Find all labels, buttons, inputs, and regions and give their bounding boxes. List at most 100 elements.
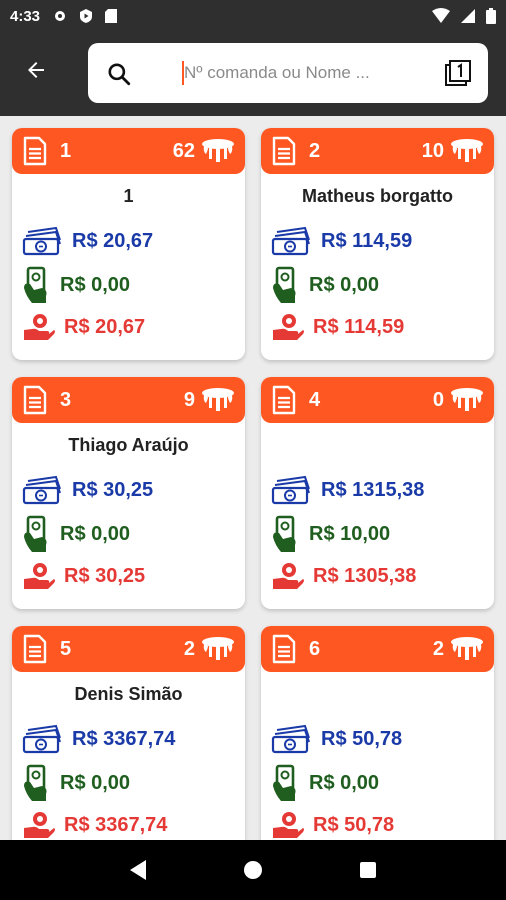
comanda-number: 3 — [60, 388, 72, 411]
comanda-card-1[interactable]: 1 62 1 R$ 20,67 R$ 0,00 R$ 20,67 — [12, 128, 245, 360]
paid-amount: R$ 0,00 — [60, 522, 131, 545]
sd-card-icon — [105, 9, 118, 23]
table-icon — [451, 388, 483, 411]
comanda-number: 6 — [309, 637, 321, 660]
remaining-row: R$ 30,25 — [22, 559, 145, 593]
comanda-card-6[interactable]: 6 2 R$ 50,78 R$ 0,00 R$ 50,78 — [261, 626, 494, 840]
donation-hand-icon — [24, 563, 55, 589]
arrow-left-icon — [28, 62, 44, 78]
document-icon — [272, 136, 296, 166]
nav-home-button[interactable] — [233, 850, 273, 890]
comanda-number: 2 — [309, 139, 321, 162]
hand-money-icon — [273, 515, 296, 552]
comanda-number: 1 — [60, 139, 72, 162]
hand-money-icon — [273, 764, 296, 801]
status-notification-icons — [52, 8, 118, 24]
customer-name: 1 — [123, 186, 134, 206]
document-icon — [272, 385, 296, 415]
card-header: 62 — [261, 626, 494, 672]
comanda-card-5[interactable]: 5 2 Denis Simão R$ 3367,74 R$ 0,00 R$ 3367,74 — [12, 626, 245, 840]
status-time: 4:33 — [10, 7, 41, 25]
nav-back-button[interactable] — [118, 850, 158, 890]
item-count: 62 — [172, 139, 195, 162]
total-row: R$ 114,59 — [271, 224, 412, 258]
remaining-amount: R$ 1305,38 — [313, 564, 417, 587]
item-count: 9 — [183, 388, 195, 411]
total-row: R$ 50,78 — [271, 722, 402, 756]
customer-name: Matheus borgatto — [302, 186, 453, 206]
customer-name: Denis Simão — [74, 684, 183, 704]
play-shield-icon — [80, 9, 93, 23]
total-amount: R$ 50,78 — [321, 727, 403, 750]
remaining-row: R$ 1305,38 — [271, 559, 416, 593]
comanda-card-2[interactable]: 2 10 Matheus borgatto R$ 114,59 R$ 0,00 R$ 11… — [261, 128, 494, 360]
card-header: 1 62 — [12, 128, 245, 174]
item-count: 0 — [432, 388, 444, 411]
total-row: R$ 3367,74 — [22, 722, 175, 756]
paid-row: R$ 0,00 — [271, 764, 380, 801]
table-icon — [202, 139, 234, 162]
hand-money-icon — [24, 764, 47, 801]
money-bills-icon — [271, 724, 310, 754]
donation-hand-icon — [273, 563, 304, 589]
remaining-row: R$ 3367,74 — [22, 808, 167, 840]
remaining-row: R$ 114,59 — [271, 310, 404, 344]
total-amount: R$ 114,59 — [321, 229, 413, 252]
total-row: R$ 1315,38 — [271, 473, 424, 507]
donation-hand-icon — [273, 812, 304, 838]
donation-hand-icon — [24, 314, 55, 340]
remaining-amount: R$ 3367,74 — [64, 813, 168, 836]
paid-row: R$ 0,00 — [22, 764, 131, 801]
tabs-counter-icon[interactable] — [444, 59, 472, 87]
paid-amount: R$ 0,00 — [60, 273, 131, 296]
table-icon — [202, 637, 234, 660]
comanda-number: 5 — [60, 637, 72, 660]
comanda-card-3[interactable]: 3 9 Thiago Araújo R$ 30,25 R$ 0,00 R$ 30,25 — [12, 377, 245, 609]
paid-amount: R$ 0,00 — [309, 771, 380, 794]
total-amount: R$ 30,25 — [72, 478, 154, 501]
status-system-icons — [432, 8, 496, 24]
paid-row: R$ 0,00 — [271, 266, 380, 303]
total-amount: R$ 20,67 — [72, 229, 154, 252]
nav-recents-button[interactable] — [348, 850, 388, 890]
search-box[interactable] — [88, 43, 488, 103]
card-header: 40 — [261, 377, 494, 423]
triangle-back-icon — [129, 860, 146, 880]
paid-amount: R$ 0,00 — [309, 273, 380, 296]
item-count: 10 — [421, 139, 444, 162]
remaining-amount: R$ 30,25 — [64, 564, 146, 587]
customer-name: Thiago Araújo — [68, 435, 189, 455]
table-icon — [451, 637, 483, 660]
item-count: 2 — [432, 637, 444, 660]
document-icon — [272, 634, 296, 664]
hand-money-icon — [24, 515, 47, 552]
card-header: 52 — [12, 626, 245, 672]
remaining-amount: R$ 50,78 — [313, 813, 395, 836]
comandas-grid: 1 62 1 R$ 20,67 R$ 0,00 R$ 20,67 2 10 Matheus b… — [0, 116, 506, 840]
remaining-amount: R$ 114,59 — [313, 315, 405, 338]
search-input[interactable] — [184, 59, 404, 87]
document-icon — [23, 385, 47, 415]
money-bills-icon — [22, 475, 61, 505]
paid-row: R$ 10,00 — [271, 515, 390, 552]
money-bills-icon — [22, 226, 61, 256]
hand-money-icon — [24, 266, 47, 303]
signal-icon — [461, 9, 475, 23]
gear-icon — [55, 11, 66, 21]
card-header: 2 10 — [261, 128, 494, 174]
money-bills-icon — [271, 226, 310, 256]
remaining-row: R$ 50,78 — [271, 808, 394, 840]
money-bills-icon — [271, 475, 310, 505]
money-bills-icon — [22, 724, 61, 754]
square-recents-icon — [360, 862, 377, 878]
back-button[interactable] — [18, 52, 54, 88]
document-icon — [23, 136, 47, 166]
wifi-icon — [432, 8, 450, 23]
card-header: 39 — [12, 377, 245, 423]
paid-row: R$ 0,00 — [22, 515, 131, 552]
paid-amount: R$ 0,00 — [60, 771, 131, 794]
remaining-amount: R$ 20,67 — [64, 315, 146, 338]
search-icon — [108, 63, 131, 86]
comanda-card-4[interactable]: 4 0 R$ 1315,38 R$ 10,00 R$ 1305,38 — [261, 377, 494, 609]
total-amount: R$ 1315,38 — [321, 478, 425, 501]
